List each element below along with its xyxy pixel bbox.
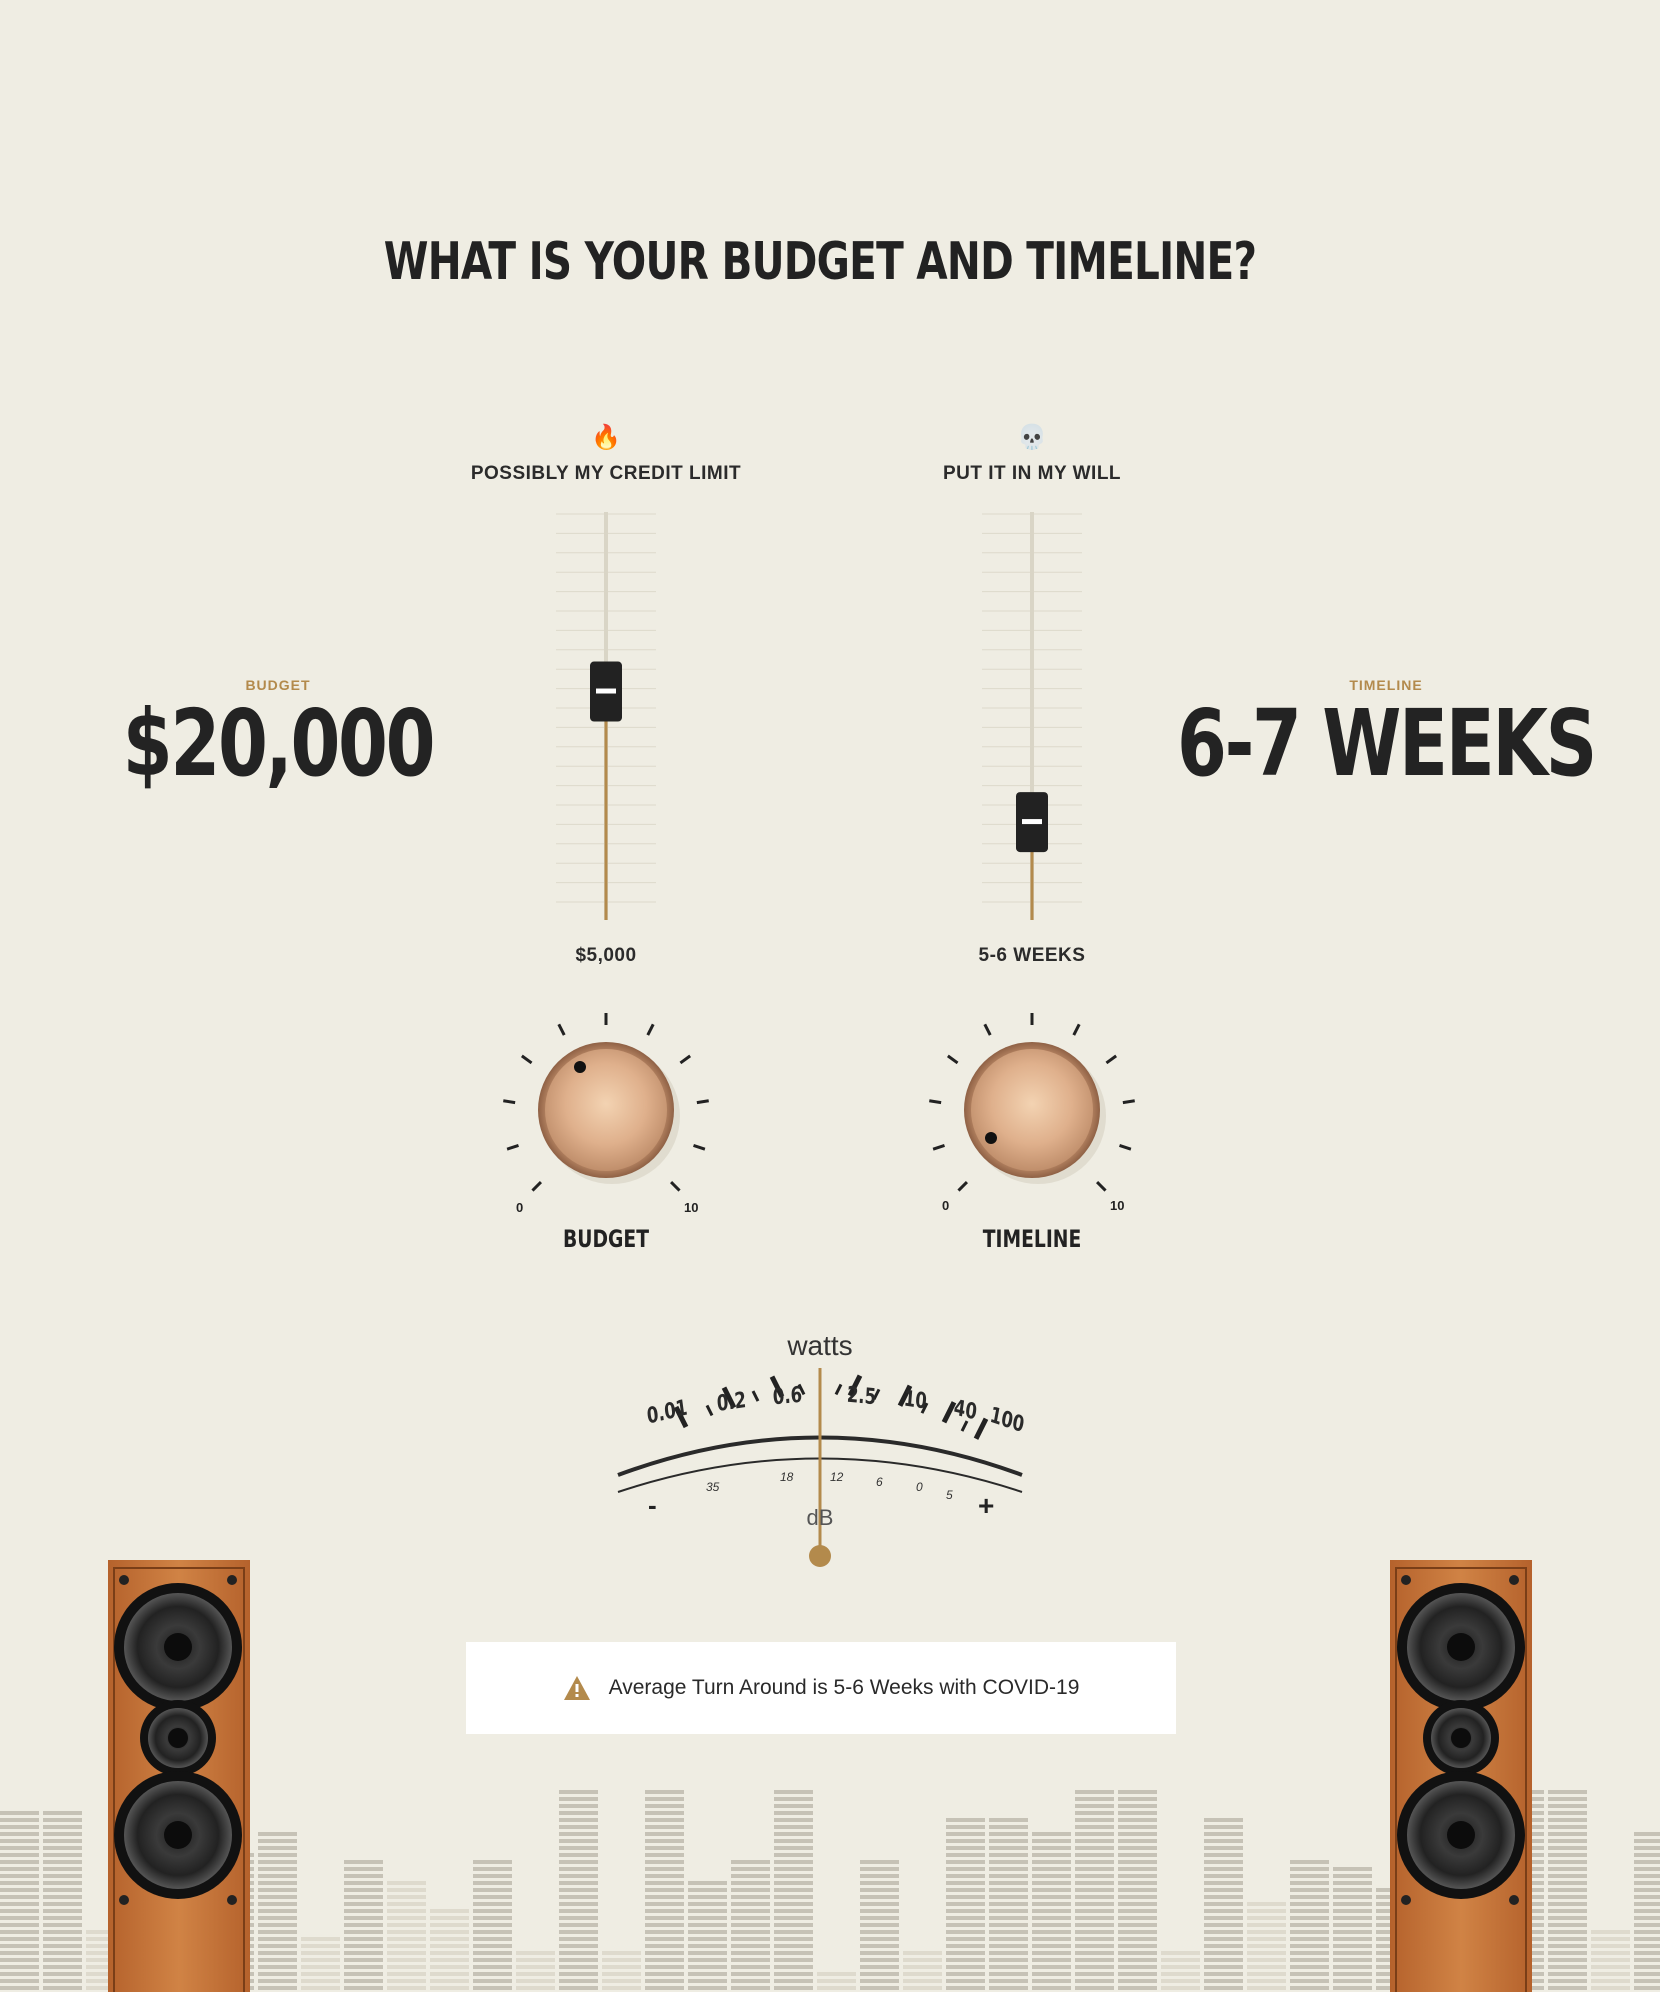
- meter-unit-db: dB: [806, 1505, 834, 1530]
- left-speaker: [108, 1560, 250, 1992]
- meter-db-label: 12: [830, 1470, 844, 1484]
- timeline-fader[interactable]: [982, 512, 1082, 920]
- meter-db-label: 18: [780, 1470, 794, 1484]
- meter-watt-label: 0.2: [715, 1388, 748, 1417]
- right-speaker: [1390, 1560, 1532, 1992]
- timeline-knob-min: 0: [942, 1198, 950, 1213]
- meter-watt-label: 2.5: [846, 1382, 877, 1411]
- meter-pivot: [809, 1545, 831, 1567]
- budget-knob-indicator: [574, 1061, 586, 1073]
- meter-db-label: 6: [876, 1475, 883, 1489]
- budget-knob-label: BUDGET: [563, 1225, 649, 1253]
- budget-knob-min: 0: [516, 1200, 524, 1215]
- turnaround-notice: Average Turn Around is 5-6 Weeks with CO…: [466, 1642, 1176, 1734]
- timeline-knob-max: 10: [1110, 1198, 1125, 1213]
- budget-fader[interactable]: [556, 512, 656, 920]
- warning-icon: [563, 1676, 590, 1700]
- meter-minus: -: [648, 1490, 657, 1520]
- meter-watt-label: 0.6: [772, 1382, 803, 1411]
- meter-db-label: 35: [706, 1480, 720, 1494]
- budget-knob-max: 10: [684, 1200, 699, 1215]
- timeline-fader-handle[interactable]: [1016, 792, 1048, 853]
- meter-watt-label: 10: [902, 1386, 928, 1415]
- notice-text: Average Turn Around is 5-6 Weeks with CO…: [608, 1676, 1080, 1699]
- budget-fader-handle[interactable]: [590, 661, 622, 722]
- meter-db-label: 0: [916, 1480, 923, 1494]
- timeline-knob-label: TIMELINE: [982, 1225, 1082, 1253]
- timeline-knob-indicator: [985, 1132, 997, 1144]
- meter-watt-label: 40: [952, 1395, 979, 1426]
- meter-unit-watts: watts: [787, 1330, 853, 1361]
- budget-knob[interactable]: [503, 1013, 709, 1192]
- meter-plus: +: [978, 1490, 995, 1521]
- meter-db-label: 5: [946, 1488, 953, 1502]
- timeline-knob[interactable]: [929, 1013, 1135, 1192]
